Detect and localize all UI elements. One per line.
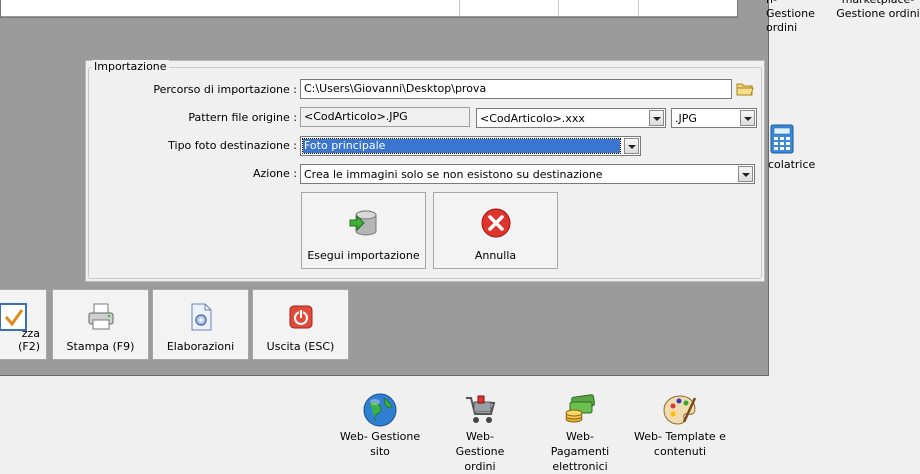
elaborations-label: Elaborazioni <box>166 340 235 353</box>
exit-label: Uscita (ESC) <box>266 340 335 353</box>
data-grid <box>0 0 738 18</box>
confirm-button[interactable]: zza (F2) <box>0 289 47 360</box>
confirm-label: zza (F2) <box>18 327 40 353</box>
web-ordini-label: Web- Gestione ordini <box>455 430 505 473</box>
desktop-icon-web-template[interactable]: Web- Template e contenuti <box>633 392 727 459</box>
desktop-icon-gestione-ordini[interactable]: n- Gestione ordini <box>766 0 828 35</box>
grid-column-divider <box>638 0 639 17</box>
web-pagamenti-label: Web- Pagamenti elettronici <box>550 430 610 473</box>
desktop-icon-label: colatrice <box>768 158 816 171</box>
action-label: Azione : <box>252 167 297 180</box>
web-template-label: Web- Template e contenuti <box>634 430 726 458</box>
pattern-select[interactable]: <CodArticolo>.xxx <box>476 108 666 128</box>
extension-select[interactable]: .JPG <box>671 108 757 128</box>
desktop-icon-web-pagamenti[interactable]: Web- Pagamenti elettronici <box>536 392 624 474</box>
desktop-icon-marketplace[interactable]: marketplace- Gestione ordini <box>836 0 920 21</box>
run-import-label: Esegui importazione <box>307 249 420 262</box>
power-icon <box>289 305 312 329</box>
calculator-icon[interactable] <box>770 124 794 154</box>
chevron-down-icon[interactable] <box>738 166 753 182</box>
chevron-down-icon[interactable] <box>740 110 755 126</box>
chevron-down-icon[interactable] <box>649 110 664 126</box>
path-input[interactable]: C:\Users\Giovanni\Desktop\prova <box>300 79 732 99</box>
extension-select-value: .JPG <box>675 112 697 125</box>
photo-type-label: Tipo foto destinazione : <box>168 139 297 152</box>
grid-bottom-border <box>1 16 737 17</box>
folder-icon <box>736 83 754 96</box>
action-select-value: Crea le immagini solo se non esistono su… <box>304 168 603 181</box>
pattern-label: Pattern file origine : <box>188 111 297 124</box>
desktop-icon-label: marketplace- Gestione ordini <box>836 0 920 20</box>
grid-column-divider <box>558 0 559 17</box>
desktop-icon-web-gestione-sito[interactable]: Web- Gestione sito <box>334 392 426 459</box>
photo-type-select[interactable]: Foto principale <box>300 136 641 156</box>
print-button[interactable]: Stampa (F9) <box>52 289 149 360</box>
elaborations-button[interactable]: Elaborazioni <box>152 289 249 360</box>
action-select[interactable]: Crea le immagini solo se non esistono su… <box>300 164 755 184</box>
desktop-icon-web-gestione-ordini[interactable]: Web- Gestione ordini <box>440 392 520 474</box>
pattern-select-value: <CodArticolo>.xxx <box>480 112 585 125</box>
cancel-button[interactable]: Annulla <box>433 192 558 269</box>
import-group-title: Importazione <box>92 60 169 73</box>
cancel-label: Annulla <box>474 249 517 262</box>
grid-column-divider <box>459 0 460 17</box>
print-label: Stampa (F9) <box>66 340 135 353</box>
photo-type-select-value: Foto principale <box>302 138 621 154</box>
web-sito-label: Web- Gestione sito <box>339 430 421 458</box>
shopping-cart-icon <box>466 395 496 423</box>
exit-button[interactable]: Uscita (ESC) <box>252 289 349 360</box>
globe-icon <box>363 393 397 427</box>
palette-icon <box>663 395 697 425</box>
money-icon <box>565 394 595 423</box>
browse-folder-button[interactable] <box>735 79 755 98</box>
printer-icon <box>88 303 113 330</box>
path-label: Percorso di importazione : <box>153 83 297 96</box>
desktop-icon-label: n- Gestione ordini <box>766 0 815 34</box>
database-import-icon <box>349 210 376 236</box>
run-import-button[interactable]: Esegui importazione <box>301 192 426 269</box>
close-icon <box>481 208 510 238</box>
pattern-readonly-field: <CodArticolo>.JPG <box>300 107 470 127</box>
document-gear-icon <box>191 303 211 331</box>
chevron-down-icon[interactable] <box>624 138 639 154</box>
